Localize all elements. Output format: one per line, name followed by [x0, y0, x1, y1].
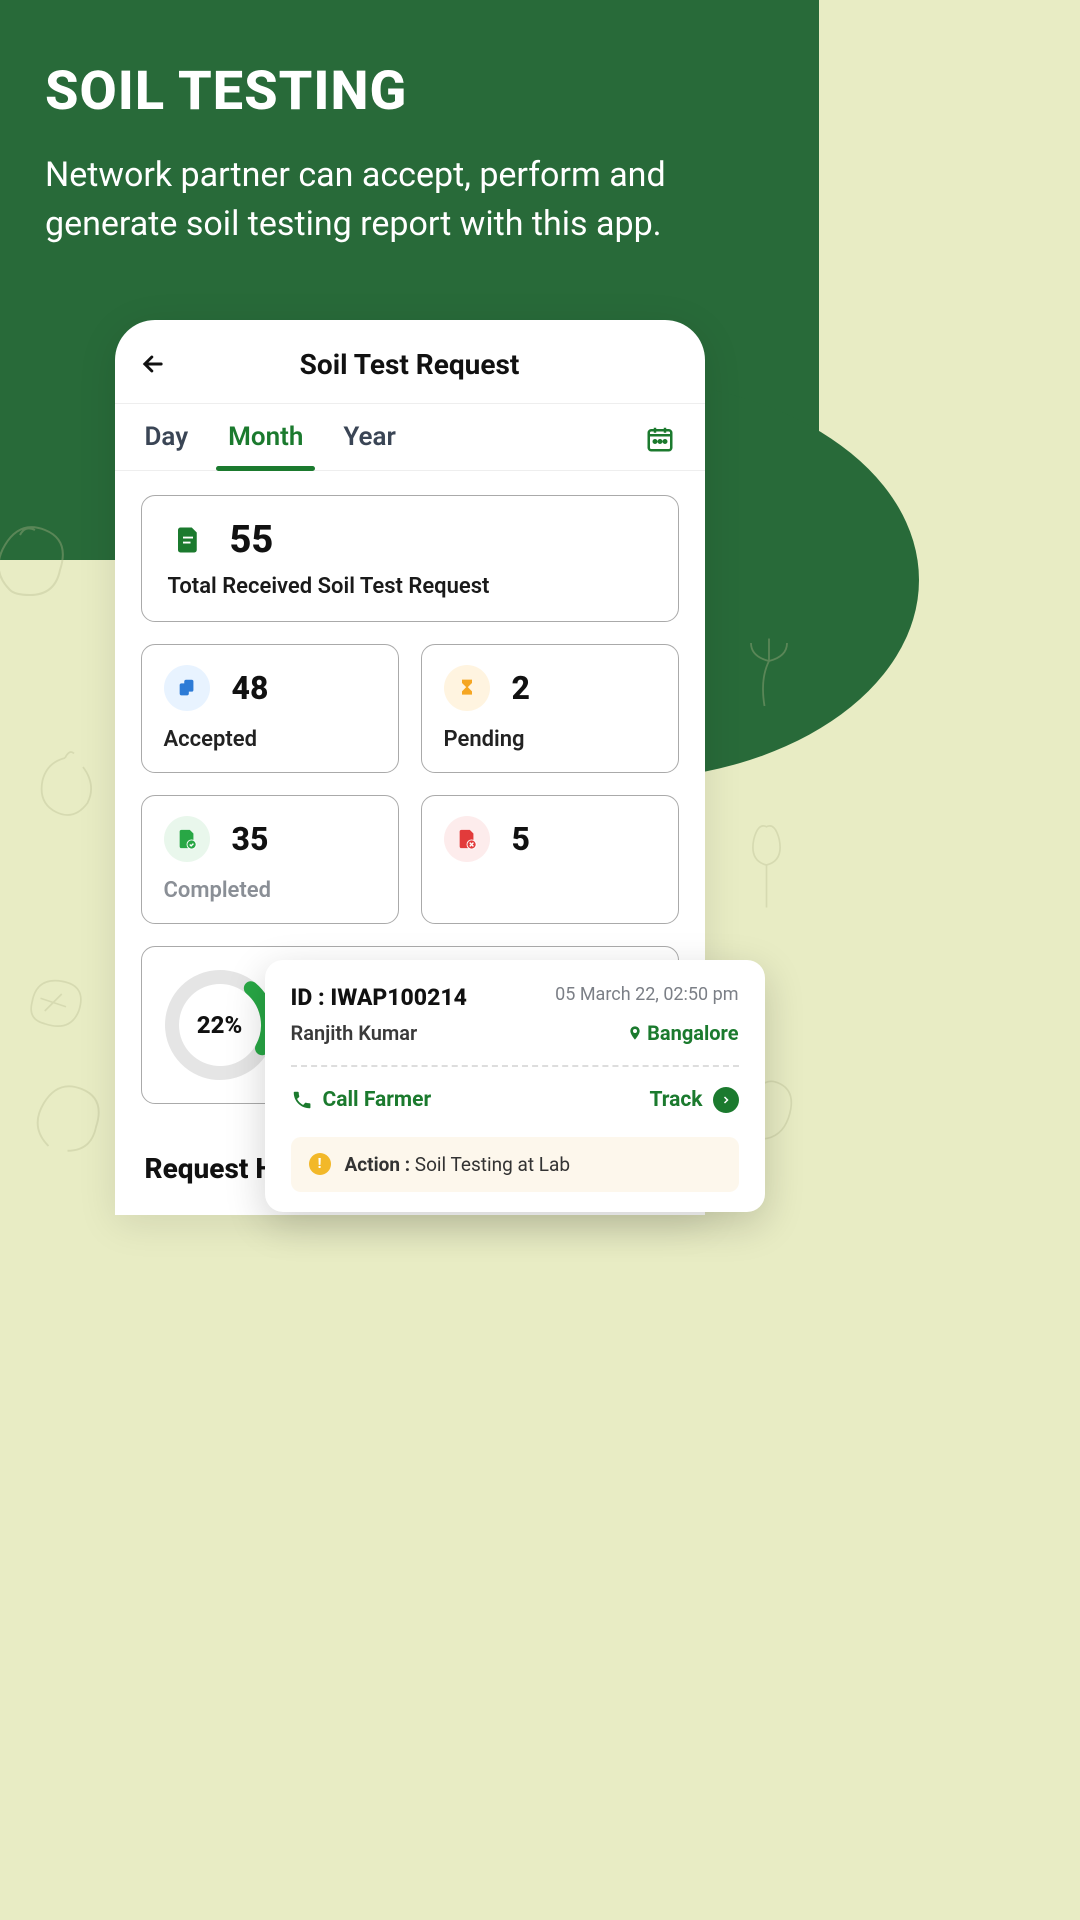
- file-check-icon: [164, 816, 210, 862]
- stat-rejected: 5: [421, 795, 679, 924]
- accepted-value: 48: [232, 669, 269, 707]
- pending-label: Pending: [444, 727, 656, 752]
- rejected-value: 5: [512, 820, 530, 858]
- track-button[interactable]: Track: [649, 1087, 738, 1113]
- file-cancel-icon: [444, 816, 490, 862]
- action-text: Action : Soil Testing at Lab: [345, 1153, 571, 1176]
- detail-name: Ranjith Kumar: [291, 1021, 418, 1045]
- detail-date: 05 March 22, 02:50 pm: [555, 984, 738, 1005]
- phone-icon: [291, 1089, 313, 1111]
- completed-label: Completed: [164, 878, 376, 903]
- total-card: 55 Total Received Soil Test Request: [141, 495, 679, 622]
- pin-icon: [627, 1023, 643, 1043]
- action-banner: ! Action : Soil Testing at Lab: [291, 1137, 739, 1192]
- progress-percent: 22%: [160, 965, 280, 1085]
- time-tabs: Day Month Year: [115, 404, 705, 471]
- stat-accepted: 48 Accepted: [141, 644, 399, 773]
- detail-location: Bangalore: [627, 1021, 738, 1045]
- detail-id: ID : IWAP100214: [291, 984, 467, 1011]
- stat-completed: 35 Completed: [141, 795, 399, 924]
- pending-value: 2: [512, 669, 530, 707]
- hero-subtitle: Network partner can accept, perform and …: [45, 151, 774, 250]
- hourglass-icon: [444, 665, 490, 711]
- tab-year[interactable]: Year: [343, 422, 395, 470]
- copy-icon: [164, 665, 210, 711]
- progress-donut: 22%: [160, 965, 280, 1085]
- tab-month[interactable]: Month: [228, 422, 303, 470]
- page-title: Soil Test Request: [139, 348, 681, 381]
- total-label: Total Received Soil Test Request: [168, 574, 652, 599]
- completed-value: 35: [232, 820, 269, 858]
- call-farmer-button[interactable]: Call Farmer: [291, 1088, 432, 1112]
- hero-title: SOIL TESTING: [45, 60, 774, 123]
- document-icon: [168, 520, 208, 560]
- chevron-right-icon: [713, 1087, 739, 1113]
- calendar-icon[interactable]: [645, 424, 675, 454]
- tab-day[interactable]: Day: [145, 422, 189, 470]
- alert-icon: !: [309, 1153, 331, 1175]
- total-value: 55: [230, 518, 274, 562]
- request-detail-card[interactable]: ID : IWAP100214 05 March 22, 02:50 pm Ra…: [265, 960, 765, 1212]
- accepted-label: Accepted: [164, 727, 376, 752]
- app-screen: Soil Test Request Day Month Year 55 Tota…: [115, 320, 705, 1215]
- stat-pending: 2 Pending: [421, 644, 679, 773]
